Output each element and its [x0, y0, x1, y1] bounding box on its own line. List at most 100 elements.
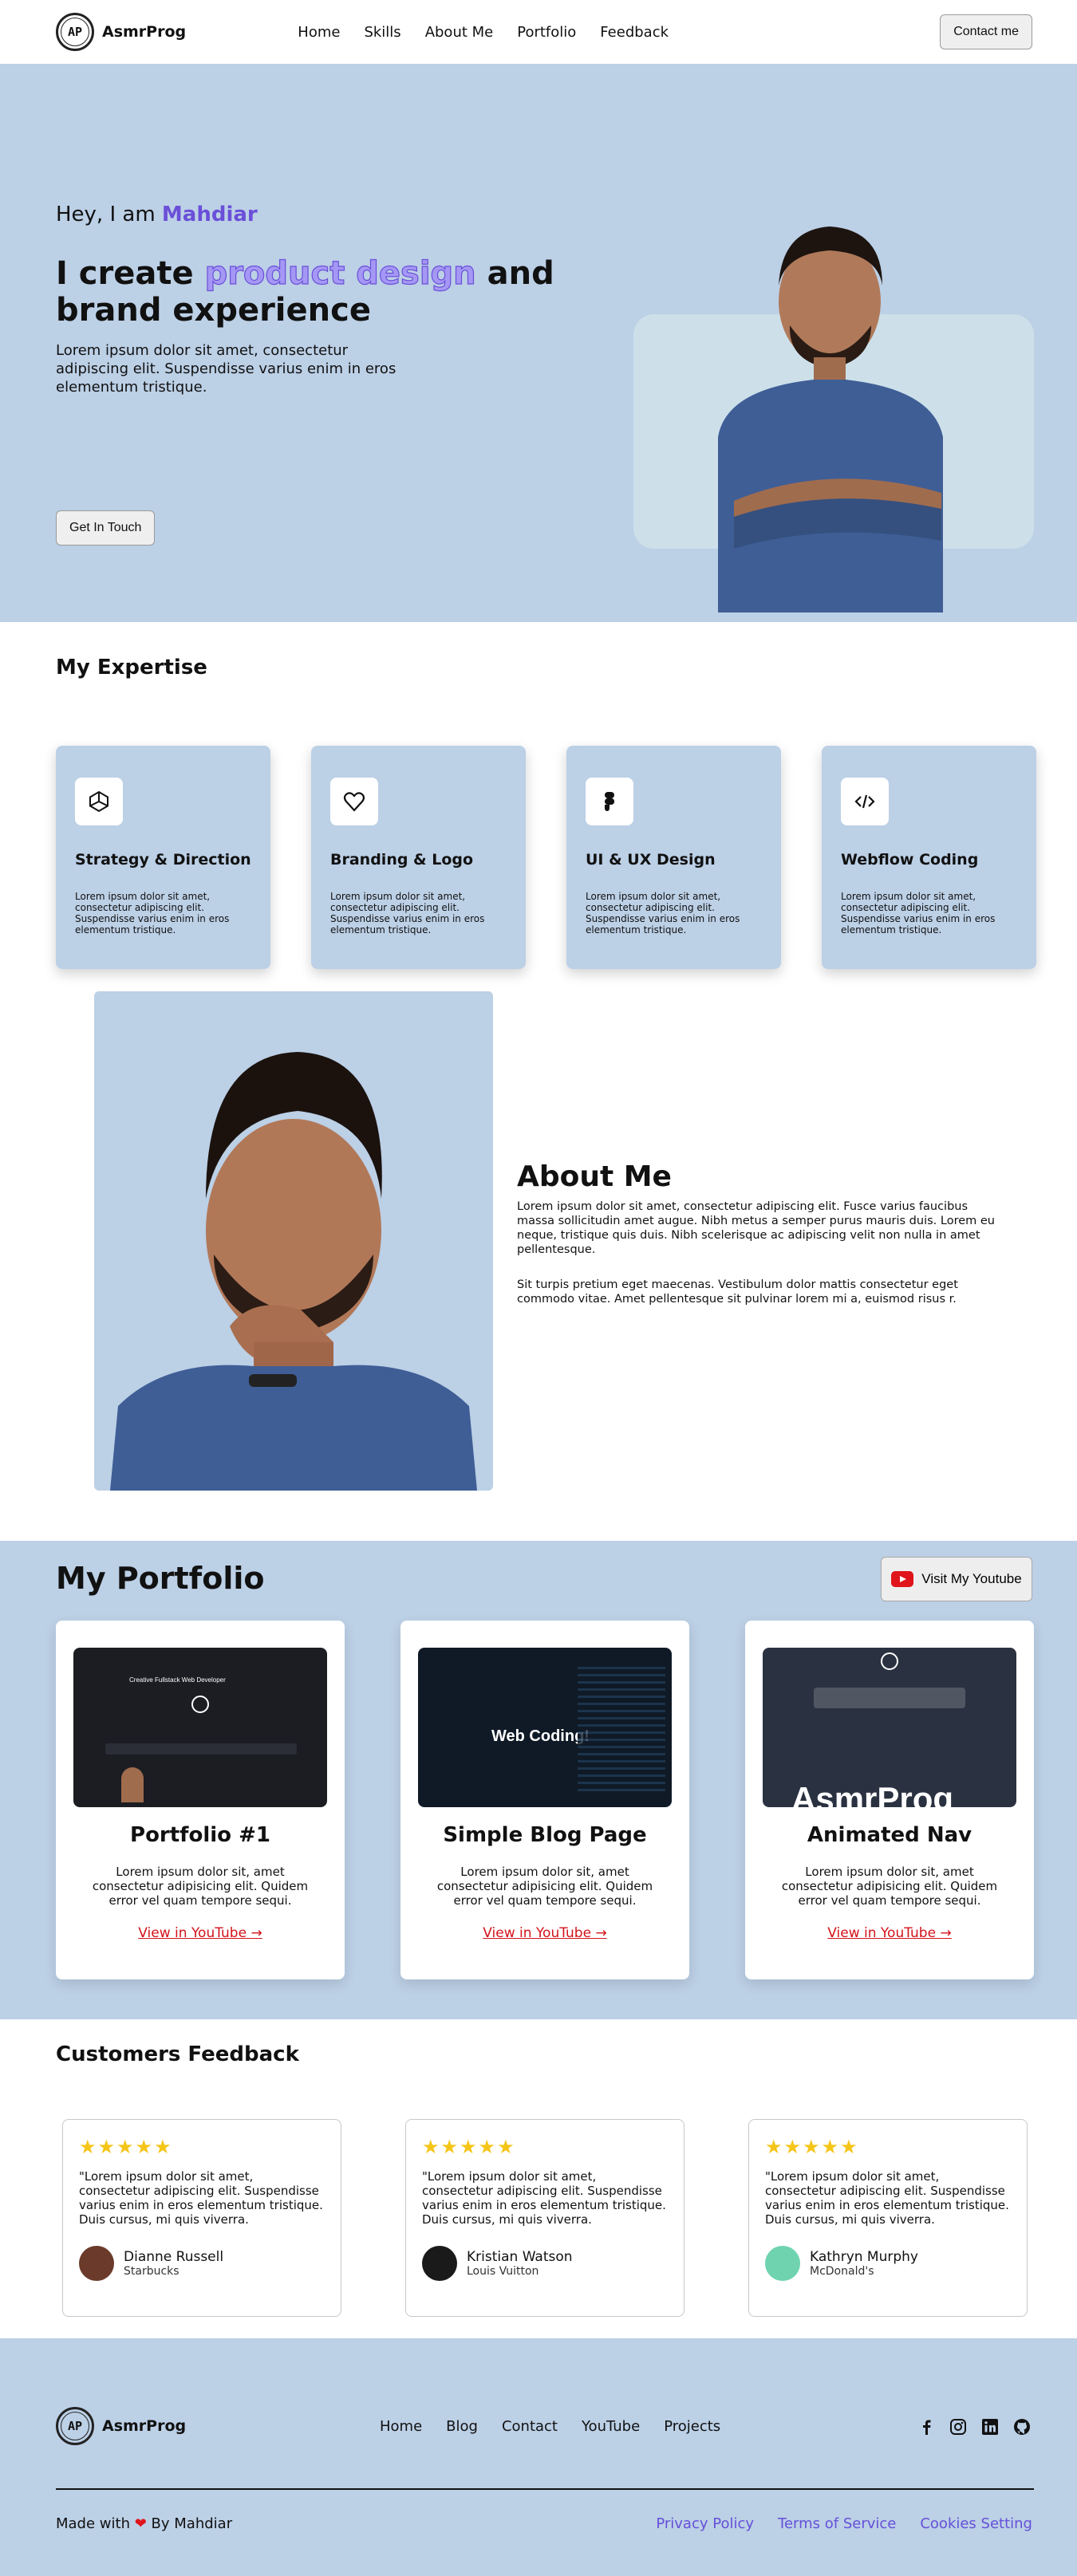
privacy-policy-link[interactable]: Privacy Policy	[656, 2515, 754, 2532]
youtube-icon	[891, 1571, 914, 1587]
feedback-name: Kristian Watson	[467, 2249, 573, 2265]
feedback-title: Customers Feedback	[56, 2042, 299, 2066]
legal-links: Privacy Policy Terms of Service Cookies …	[656, 2515, 1032, 2532]
hero-greeting: Hey, I am Mahdiar	[56, 203, 258, 226]
avatar	[765, 2246, 800, 2281]
portfolio-card: Web Coding! Simple Blog Page Lorem ipsum…	[400, 1621, 689, 1979]
brand-name: AsmrProg	[102, 23, 187, 41]
about-text: About Me Lorem ipsum dolor sit amet, con…	[517, 1160, 996, 1306]
made-with-text: Made with ❤ By Mahdiar	[56, 2515, 233, 2532]
expertise-name: UI & UX Design	[586, 851, 716, 869]
arrow-right-icon: →	[940, 1925, 952, 1941]
avatar	[422, 2246, 457, 2281]
portfolio-desc: Lorem ipsum dolor sit, amet consectetur …	[436, 1865, 653, 1908]
hero-name: Mahdiar	[161, 203, 258, 226]
about-paragraph-2: Sit turpis pretium eget maecenas. Vestib…	[517, 1278, 958, 1306]
nav-link-home[interactable]: Home	[298, 24, 340, 41]
feedback-cards: ★★★★★ "Lorem ipsum dolor sit amet, conse…	[62, 2119, 1028, 2317]
linkedin-icon[interactable]	[980, 2416, 1000, 2437]
feedback-card: ★★★★★ "Lorem ipsum dolor sit amet, conse…	[62, 2119, 341, 2317]
expertise-desc: Lorem ipsum dolor sit amet, consectetur …	[75, 891, 230, 935]
portfolio-card: Creative Fullstack Web Developer Portfol…	[56, 1621, 345, 1979]
portfolio-title: My Portfolio	[56, 1561, 265, 1596]
feedback-name: Kathryn Murphy	[810, 2249, 918, 2265]
feedback-company: Starbucks	[124, 2265, 180, 2278]
avatar	[79, 2246, 114, 2281]
portfolio-section: My Portfolio Visit My Youtube Creative F…	[0, 1541, 1077, 2019]
expertise-card: UI & UX Design Lorem ipsum dolor sit ame…	[566, 746, 781, 969]
portfolio-screenshot[interactable]: Creative Fullstack Web Developer	[73, 1648, 327, 1807]
heart-icon: ❤	[134, 2515, 147, 2532]
star-rating: ★★★★★	[765, 2136, 859, 2158]
portfolio-card: AsmrProg Animated Nav Lorem ipsum dolor …	[745, 1621, 1034, 1979]
hero-subtitle: Lorem ipsum dolor sit amet, consectetur …	[56, 342, 396, 396]
logo-icon: AP	[56, 2407, 94, 2445]
view-in-youtube-link[interactable]: View in YouTube →	[827, 1925, 951, 1941]
feedback-company: McDonald's	[810, 2265, 874, 2278]
expertise-card: Strategy & Direction Lorem ipsum dolor s…	[56, 746, 270, 969]
footer-link-projects[interactable]: Projects	[664, 2418, 720, 2435]
hero-portrait	[718, 226, 943, 612]
footer: AP AsmrProg Home Blog Contact YouTube Pr…	[0, 2338, 1077, 2576]
nav-link-about[interactable]: About Me	[425, 24, 494, 41]
top-nav: AP AsmrProg Home Skills About Me Portfol…	[0, 0, 1077, 64]
expertise-card: Branding & Logo Lorem ipsum dolor sit am…	[311, 746, 526, 969]
feedback-quote: "Lorem ipsum dolor sit amet, consectetur…	[765, 2169, 1009, 2227]
feedback-person: Dianne Russell Starbucks	[79, 2246, 325, 2281]
cookies-setting-link[interactable]: Cookies Setting	[920, 2515, 1032, 2532]
nav-link-feedback[interactable]: Feedback	[600, 24, 669, 41]
nav-link-skills[interactable]: Skills	[364, 24, 400, 41]
feedback-person: Kristian Watson Louis Vuitton	[422, 2246, 668, 2281]
feedback-card: ★★★★★ "Lorem ipsum dolor sit amet, conse…	[748, 2119, 1028, 2317]
feedback-name: Dianne Russell	[124, 2249, 224, 2265]
logo-icon: AP	[56, 13, 94, 51]
brand[interactable]: AP AsmrProg	[56, 13, 186, 51]
arrow-right-icon: →	[595, 1925, 607, 1941]
footer-link-youtube[interactable]: YouTube	[582, 2418, 640, 2435]
portfolio-screenshot[interactable]: Web Coding!	[418, 1648, 672, 1807]
portfolio-name: Simple Blog Page	[443, 1823, 647, 1847]
expertise-cards: Strategy & Direction Lorem ipsum dolor s…	[56, 746, 1036, 969]
about-paragraph-1: Lorem ipsum dolor sit amet, consectetur …	[517, 1200, 995, 1256]
figma-icon	[586, 778, 633, 825]
instagram-icon[interactable]	[948, 2416, 969, 2437]
feedback-card: ★★★★★ "Lorem ipsum dolor sit amet, conse…	[405, 2119, 684, 2317]
hero-title: I create product design and brand experi…	[56, 254, 554, 329]
hero-section: Hey, I am Mahdiar I create product desig…	[0, 64, 1077, 622]
footer-divider	[56, 2488, 1034, 2490]
github-icon[interactable]	[1012, 2416, 1032, 2437]
openai-icon	[75, 778, 123, 825]
star-rating: ★★★★★	[422, 2136, 516, 2158]
star-rating: ★★★★★	[79, 2136, 173, 2158]
portfolio-desc: Lorem ipsum dolor sit, amet consectetur …	[92, 1865, 309, 1908]
portfolio-desc: Lorem ipsum dolor sit, amet consectetur …	[781, 1865, 998, 1908]
expertise-desc: Lorem ipsum dolor sit amet, consectetur …	[586, 891, 740, 935]
expertise-title: My Expertise	[56, 656, 207, 679]
footer-link-home[interactable]: Home	[380, 2418, 422, 2435]
contact-button[interactable]: Contact me	[940, 14, 1032, 49]
code-icon	[841, 778, 889, 825]
get-in-touch-button[interactable]: Get In Touch	[56, 510, 156, 546]
portfolio-name: Animated Nav	[807, 1823, 972, 1847]
heart-icon	[330, 778, 378, 825]
footer-brand[interactable]: AP AsmrProg	[56, 2407, 186, 2445]
view-in-youtube-link[interactable]: View in YouTube →	[138, 1925, 262, 1941]
terms-of-service-link[interactable]: Terms of Service	[778, 2515, 896, 2532]
expertise-name: Branding & Logo	[330, 851, 474, 869]
nav-link-portfolio[interactable]: Portfolio	[517, 24, 576, 41]
footer-links: Home Blog Contact YouTube Projects	[380, 2418, 720, 2435]
expertise-name: Webflow Coding	[841, 851, 979, 869]
facebook-icon[interactable]	[916, 2416, 937, 2437]
nav-links: Home Skills About Me Portfolio Feedback	[298, 24, 669, 41]
expertise-desc: Lorem ipsum dolor sit amet, consectetur …	[841, 891, 996, 935]
arrow-right-icon: →	[251, 1925, 262, 1941]
footer-link-blog[interactable]: Blog	[446, 2418, 478, 2435]
portfolio-screenshot[interactable]: AsmrProg	[763, 1648, 1016, 1807]
view-in-youtube-link[interactable]: View in YouTube →	[483, 1925, 606, 1941]
visit-youtube-button[interactable]: Visit My Youtube	[881, 1557, 1032, 1601]
expertise-desc: Lorem ipsum dolor sit amet, consectetur …	[330, 891, 485, 935]
footer-link-contact[interactable]: Contact	[502, 2418, 558, 2435]
feedback-person: Kathryn Murphy McDonald's	[765, 2246, 1011, 2281]
social-links	[916, 2416, 1032, 2437]
hero-highlight: product design	[204, 254, 476, 292]
